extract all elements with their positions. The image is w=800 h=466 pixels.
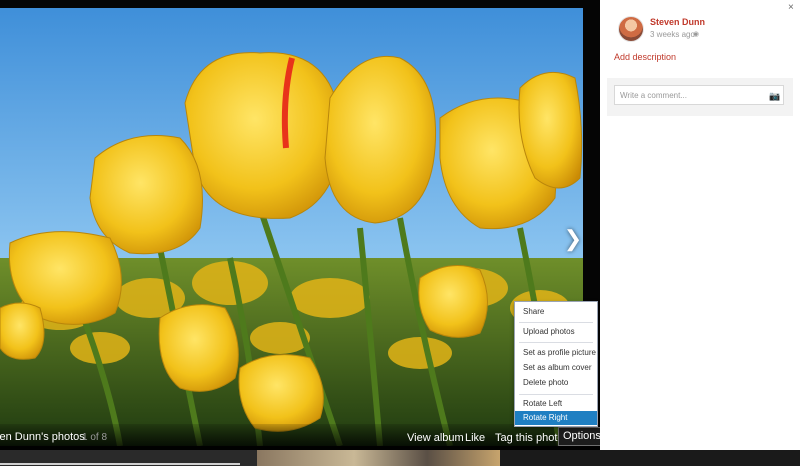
photo-position: 1 of 8 bbox=[82, 432, 108, 443]
photo-viewer: ❯ ven Dunn's photos 1 of 8 View album Li… bbox=[0, 0, 606, 450]
like-link[interactable]: Like bbox=[465, 432, 485, 444]
owner-name-link[interactable]: Steven Dunn bbox=[650, 17, 705, 27]
background-panel bbox=[500, 450, 800, 466]
menu-item-set-profile-picture[interactable]: Set as profile picture bbox=[515, 346, 597, 360]
background-image bbox=[257, 450, 500, 466]
photo-info-panel: × Steven Dunn 3 weeks ago ◉ Add descript… bbox=[600, 0, 800, 450]
background-page-strip bbox=[0, 450, 800, 466]
photo-action-bar: ven Dunn's photos 1 of 8 View album Like… bbox=[0, 424, 606, 450]
camera-icon[interactable]: 📷 bbox=[769, 91, 780, 102]
view-album-link[interactable]: View album bbox=[407, 432, 464, 444]
next-photo-arrow[interactable]: ❯ bbox=[563, 226, 583, 252]
menu-divider bbox=[519, 342, 593, 343]
menu-item-delete-photo[interactable]: Delete photo bbox=[515, 376, 597, 390]
options-menu: Share Upload photos Set as profile pictu… bbox=[514, 301, 598, 427]
posted-timestamp[interactable]: 3 weeks ago bbox=[650, 30, 695, 39]
menu-divider bbox=[519, 322, 593, 323]
options-button[interactable]: Options bbox=[558, 427, 606, 446]
divider bbox=[0, 463, 240, 465]
album-owner-link[interactable]: ven Dunn's photos bbox=[0, 431, 85, 443]
globe-icon: ◉ bbox=[693, 31, 700, 38]
avatar[interactable] bbox=[618, 16, 644, 42]
menu-item-set-album-cover[interactable]: Set as album cover bbox=[515, 361, 597, 375]
comment-box: 📷 bbox=[607, 78, 793, 116]
tulip-photo[interactable] bbox=[0, 8, 583, 446]
menu-item-share[interactable]: Share bbox=[515, 305, 597, 319]
menu-divider bbox=[519, 394, 593, 395]
close-icon[interactable]: × bbox=[788, 2, 794, 13]
menu-item-rotate-left[interactable]: Rotate Left bbox=[515, 397, 597, 411]
menu-item-rotate-right[interactable]: Rotate Right bbox=[515, 411, 597, 425]
add-description-link[interactable]: Add description bbox=[614, 52, 676, 62]
menu-item-upload-photos[interactable]: Upload photos bbox=[515, 325, 597, 339]
comment-input[interactable] bbox=[614, 85, 784, 105]
tag-photo-link[interactable]: Tag this photo bbox=[495, 432, 564, 444]
chevron-right-icon: ❯ bbox=[563, 226, 583, 251]
